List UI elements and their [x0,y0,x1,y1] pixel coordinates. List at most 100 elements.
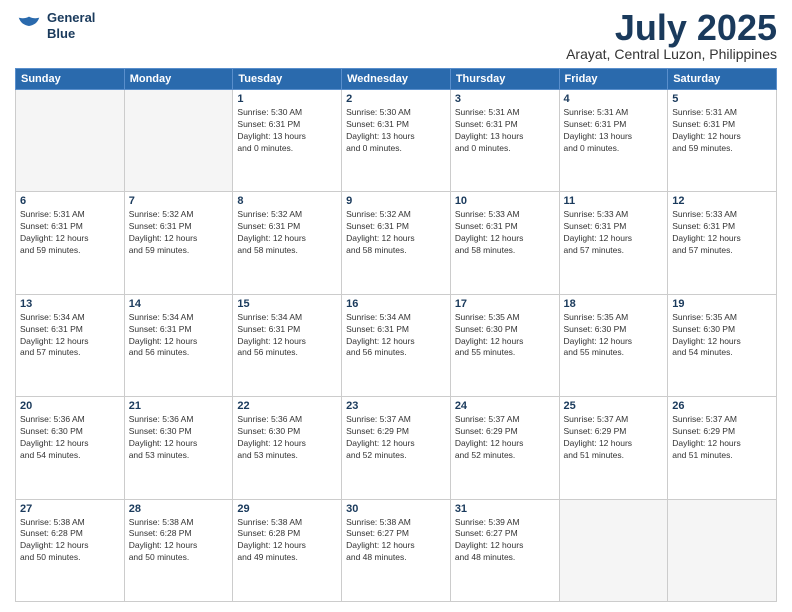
cell-info: Sunrise: 5:38 AMSunset: 6:28 PMDaylight:… [129,517,229,565]
col-saturday: Saturday [668,69,777,90]
day-number: 26 [672,400,772,412]
logo: General Blue [15,10,95,41]
cell-w3-d4: 17Sunrise: 5:35 AMSunset: 6:30 PMDayligh… [450,294,559,396]
cell-w4-d5: 25 Sunrise: 5:37 AMSunset: 6:29 PMDayligh… [559,397,668,499]
cell-info: Sunrise: 5:35 AMSunset: 6:30 PMDaylight:… [564,312,664,360]
cell-info: Sunrise: 5:32 AMSunset: 6:31 PMDaylight:… [346,209,446,257]
day-number: 21 [129,400,229,412]
cell-info: Sunrise: 5:34 AMSunset: 6:31 PMDaylight:… [20,312,120,360]
cell-w5-d5 [559,499,668,601]
cell-info: Sunrise: 5:36 AMSunset: 6:30 PMDaylight:… [129,414,229,462]
cell-w4-d0: 20Sunrise: 5:36 AMSunset: 6:30 PMDayligh… [16,397,125,499]
cell-w3-d0: 13 Sunrise: 5:34 AMSunset: 6:31 PMDayligh… [16,294,125,396]
cell-info: Sunrise: 5:31 AMSunset: 6:31 PMDaylight:… [20,209,120,257]
cell-w5-d4: 31Sunrise: 5:39 AMSunset: 6:27 PMDayligh… [450,499,559,601]
location-title: Arayat, Central Luzon, Philippines [566,46,777,62]
week-row-1: 1Sunrise: 5:30 AMSunset: 6:31 PMDaylight… [16,90,777,192]
cell-info: Sunrise: 5:32 AMSunset: 6:31 PMDaylight:… [237,209,337,257]
day-number: 6 [20,195,120,207]
day-number: 1 [237,93,337,105]
header: General Blue July 2025 Arayat, Central L… [15,10,777,62]
cell-w4-d3: 23 Sunrise: 5:37 AMSunset: 6:29 PMDayligh… [342,397,451,499]
cell-info: Sunrise: 5:37 AMSunset: 6:29 PMDaylight:… [346,414,446,462]
day-number: 30 [346,503,446,515]
cell-info: Sunrise: 5:37 AMSunset: 6:29 PMDaylight:… [455,414,555,462]
cell-info: Sunrise: 5:38 AMSunset: 6:28 PMDaylight:… [237,517,337,565]
week-row-3: 13 Sunrise: 5:34 AMSunset: 6:31 PMDayligh… [16,294,777,396]
week-row-4: 20Sunrise: 5:36 AMSunset: 6:30 PMDayligh… [16,397,777,499]
day-number: 19 [672,298,772,310]
cell-w4-d2: 22Sunrise: 5:36 AMSunset: 6:30 PMDayligh… [233,397,342,499]
day-number: 18 [564,298,664,310]
cell-info: Sunrise: 5:39 AMSunset: 6:27 PMDaylight:… [455,517,555,565]
cell-info: Sunrise: 5:33 AMSunset: 6:31 PMDaylight:… [564,209,664,257]
cell-w5-d1: 28 Sunrise: 5:38 AMSunset: 6:28 PMDayligh… [124,499,233,601]
day-number: 15 [237,298,337,310]
day-number: 12 [672,195,772,207]
page: General Blue July 2025 Arayat, Central L… [0,0,792,612]
day-number: 3 [455,93,555,105]
logo-text: General Blue [47,10,95,41]
cell-w2-d1: 7 Sunrise: 5:32 AMSunset: 6:31 PMDaylight… [124,192,233,294]
logo-icon [15,12,43,40]
cell-w2-d4: 10 Sunrise: 5:33 AMSunset: 6:31 PMDayligh… [450,192,559,294]
cell-info: Sunrise: 5:31 AMSunset: 6:31 PMDaylight:… [564,107,664,155]
cell-info: Sunrise: 5:38 AMSunset: 6:27 PMDaylight:… [346,517,446,565]
cell-info: Sunrise: 5:36 AMSunset: 6:30 PMDaylight:… [20,414,120,462]
day-number: 14 [129,298,229,310]
cell-w1-d2: 1Sunrise: 5:30 AMSunset: 6:31 PMDaylight… [233,90,342,192]
cell-info: Sunrise: 5:37 AMSunset: 6:29 PMDaylight:… [564,414,664,462]
title-section: July 2025 Arayat, Central Luzon, Philipp… [566,10,777,62]
cell-w5-d0: 27Sunrise: 5:38 AMSunset: 6:28 PMDayligh… [16,499,125,601]
cell-w4-d1: 21 Sunrise: 5:36 AMSunset: 6:30 PMDayligh… [124,397,233,499]
cell-w1-d0 [16,90,125,192]
day-number: 13 [20,298,120,310]
cell-info: Sunrise: 5:38 AMSunset: 6:28 PMDaylight:… [20,517,120,565]
calendar-header-row: Sunday Monday Tuesday Wednesday Thursday… [16,69,777,90]
cell-info: Sunrise: 5:32 AMSunset: 6:31 PMDaylight:… [129,209,229,257]
cell-info: Sunrise: 5:34 AMSunset: 6:31 PMDaylight:… [346,312,446,360]
cell-w2-d0: 6 Sunrise: 5:31 AMSunset: 6:31 PMDaylight… [16,192,125,294]
day-number: 7 [129,195,229,207]
day-number: 11 [564,195,664,207]
col-wednesday: Wednesday [342,69,451,90]
day-number: 5 [672,93,772,105]
day-number: 24 [455,400,555,412]
day-number: 29 [237,503,337,515]
day-number: 28 [129,503,229,515]
day-number: 16 [346,298,446,310]
day-number: 23 [346,400,446,412]
cell-info: Sunrise: 5:33 AMSunset: 6:31 PMDaylight:… [455,209,555,257]
day-number: 4 [564,93,664,105]
cell-w1-d3: 2Sunrise: 5:30 AMSunset: 6:31 PMDaylight… [342,90,451,192]
cell-w3-d3: 16 Sunrise: 5:34 AMSunset: 6:31 PMDayligh… [342,294,451,396]
cell-info: Sunrise: 5:31 AMSunset: 6:31 PMDaylight:… [672,107,772,155]
cell-w5-d2: 29 Sunrise: 5:38 AMSunset: 6:28 PMDayligh… [233,499,342,601]
cell-w4-d6: 26 Sunrise: 5:37 AMSunset: 6:29 PMDayligh… [668,397,777,499]
cell-info: Sunrise: 5:37 AMSunset: 6:29 PMDaylight:… [672,414,772,462]
cell-info: Sunrise: 5:33 AMSunset: 6:31 PMDaylight:… [672,209,772,257]
cell-w3-d5: 18 Sunrise: 5:35 AMSunset: 6:30 PMDayligh… [559,294,668,396]
week-row-2: 6 Sunrise: 5:31 AMSunset: 6:31 PMDaylight… [16,192,777,294]
day-number: 9 [346,195,446,207]
cell-w1-d4: 3 Sunrise: 5:31 AMSunset: 6:31 PMDaylight… [450,90,559,192]
cell-w3-d2: 15 Sunrise: 5:34 AMSunset: 6:31 PMDayligh… [233,294,342,396]
cell-w1-d6: 5 Sunrise: 5:31 AMSunset: 6:31 PMDaylight… [668,90,777,192]
col-tuesday: Tuesday [233,69,342,90]
week-row-5: 27Sunrise: 5:38 AMSunset: 6:28 PMDayligh… [16,499,777,601]
calendar-table: Sunday Monday Tuesday Wednesday Thursday… [15,68,777,602]
cell-w3-d1: 14Sunrise: 5:34 AMSunset: 6:31 PMDayligh… [124,294,233,396]
day-number: 8 [237,195,337,207]
cell-info: Sunrise: 5:34 AMSunset: 6:31 PMDaylight:… [237,312,337,360]
cell-w4-d4: 24 Sunrise: 5:37 AMSunset: 6:29 PMDayligh… [450,397,559,499]
cell-w2-d6: 12 Sunrise: 5:33 AMSunset: 6:31 PMDayligh… [668,192,777,294]
day-number: 10 [455,195,555,207]
month-title: July 2025 [566,10,777,46]
day-number: 22 [237,400,337,412]
col-sunday: Sunday [16,69,125,90]
cell-info: Sunrise: 5:35 AMSunset: 6:30 PMDaylight:… [672,312,772,360]
cell-info: Sunrise: 5:31 AMSunset: 6:31 PMDaylight:… [455,107,555,155]
cell-w1-d1 [124,90,233,192]
col-monday: Monday [124,69,233,90]
day-number: 25 [564,400,664,412]
